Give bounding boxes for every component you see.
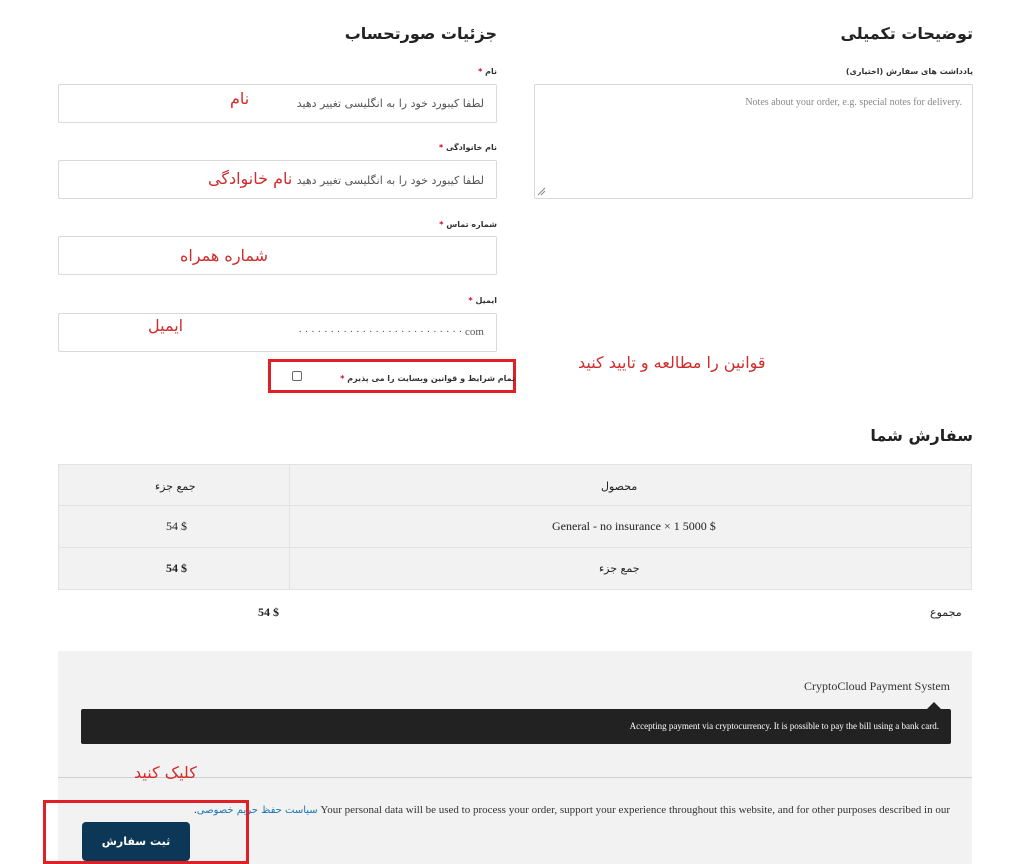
annotation-click: کلیک کنید — [134, 763, 197, 782]
required-marker: * — [439, 220, 444, 229]
email-value: · · · · · · · · · · · · · · · · · · · · … — [298, 326, 484, 338]
phone-input[interactable] — [58, 236, 497, 275]
phone-label: شماره تماس * — [439, 220, 497, 229]
billing-details-title: جزئیات صورتحساب — [344, 24, 497, 43]
additional-info-title: توضیحات تکمیلی — [840, 24, 973, 43]
subtotal-label: جمع جزء — [599, 562, 640, 575]
annotation-first-name: نام — [230, 89, 250, 108]
order-subtotal-row: جمع جزء 54 $ — [58, 548, 972, 590]
required-marker: * — [478, 67, 483, 76]
required-marker: * — [468, 296, 473, 305]
order-notes-placeholder: Notes about your order, e.g. special not… — [745, 97, 962, 108]
terms-label: تمام شرایط و قوانین وبسایت را می پذیرم * — [340, 374, 515, 383]
your-order-title: سفارش شما — [870, 426, 973, 445]
order-table-header: محصول جمع جزء — [58, 464, 972, 506]
total-value: 54 $ — [258, 605, 279, 619]
required-marker: * — [438, 143, 444, 152]
annotation-terms: قوانین را مطالعه و تایید کنید — [578, 353, 766, 372]
last-name-label: نام خانوادگی * — [438, 143, 497, 152]
order-item-total: 54 $ — [166, 519, 187, 533]
column-divider — [289, 465, 290, 505]
order-notes-label: یادداشت های سفارش (اختیاری) — [845, 67, 973, 76]
resize-handle-icon[interactable] — [537, 187, 546, 196]
payment-method-name[interactable]: CryptoCloud Payment System — [804, 679, 950, 694]
column-divider — [289, 548, 290, 589]
column-product-header: محصول — [601, 480, 638, 493]
privacy-notice-text: Your personal data will be used to proce… — [320, 804, 950, 816]
required-marker: * — [340, 374, 345, 383]
annotation-phone: شماره همراه — [180, 246, 269, 265]
last-name-value: لطفا کیبورد خود را به انگلیسی تغییر دهید — [296, 174, 484, 187]
total-label: مجموع — [930, 606, 962, 619]
first-name-input[interactable]: لطفا کیبورد خود را به انگلیسی تغییر دهید — [58, 84, 497, 123]
annotation-last-name: نام خانوادگی — [208, 169, 293, 188]
payment-method-description: Accepting payment via cryptocurrency. It… — [81, 709, 951, 744]
first-name-label: نام * — [478, 67, 497, 76]
email-label: ایمیل * — [468, 296, 498, 305]
email-input[interactable]: · · · · · · · · · · · · · · · · · · · · … — [58, 313, 497, 352]
annotation-email: ایمیل — [148, 316, 184, 335]
first-name-value: لطفا کیبورد خود را به انگلیسی تغییر دهید — [296, 97, 484, 110]
terms-checkbox[interactable] — [292, 371, 302, 381]
order-notes-textarea[interactable]: Notes about your order, e.g. special not… — [534, 84, 973, 199]
privacy-notice: .سیاست حفظ حریم خصوصی Your personal data… — [194, 804, 950, 816]
payment-method-description-text: Accepting payment via cryptocurrency. It… — [629, 721, 939, 731]
order-item-name: General - no insurance × 1 5000 $ — [552, 519, 716, 533]
subtotal-value: 54 $ — [166, 561, 187, 575]
annotation-click-box — [43, 800, 249, 864]
column-subtotal-header: جمع جزء — [155, 480, 196, 493]
column-divider — [289, 506, 290, 547]
table-row: General - no insurance × 1 5000 $ 54 $ — [58, 506, 972, 548]
order-total-row: مجموع 54 $ — [58, 590, 972, 632]
